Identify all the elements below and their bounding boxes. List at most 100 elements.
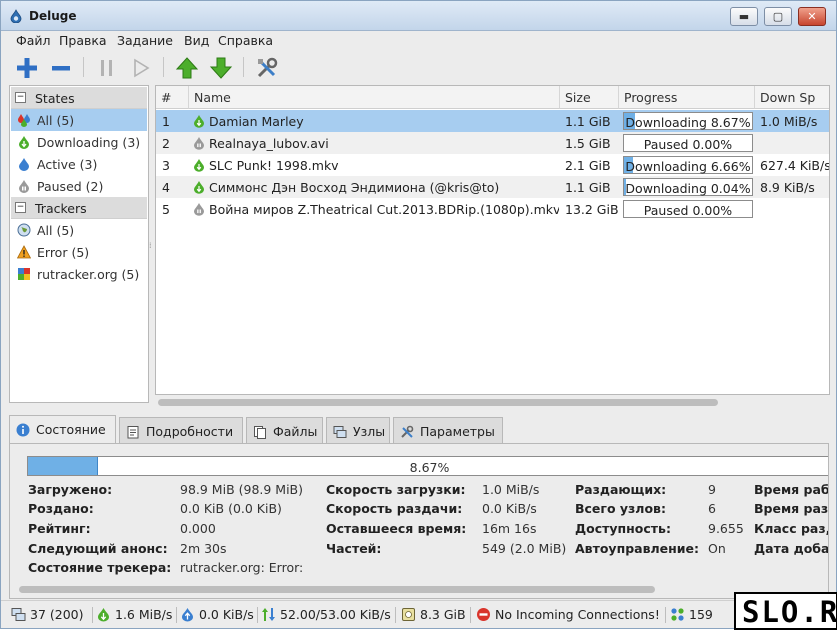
column-header-name[interactable]: Name: [189, 86, 560, 109]
torrent-size: 1.1 GiB: [565, 180, 611, 195]
tab-options[interactable]: Параметры: [393, 417, 503, 443]
status-divider: [665, 607, 666, 623]
menu-torrent[interactable]: Задание: [117, 33, 173, 48]
uploaded-value: 0.0 KiB (0.0 KiB): [180, 501, 282, 516]
tab-status[interactable]: Состояние: [9, 415, 116, 444]
sidebar-item-active[interactable]: Active (3): [11, 153, 147, 175]
download-speed-value: 1.0 MiB/s: [482, 482, 540, 497]
add-icon: [17, 58, 37, 78]
torrent-name: Damian Marley: [209, 114, 304, 129]
torrent-size: 2.1 GiB: [565, 158, 611, 173]
tab-files[interactable]: Файлы: [246, 417, 323, 443]
auto-managed-value: On: [708, 541, 726, 556]
table-row[interactable]: 4 Симмонс Дэн Восход Эндимиона (@kris@to)…: [156, 176, 829, 198]
collapse-icon[interactable]: −: [15, 202, 26, 213]
free-space-status[interactable]: 8.3 GiB: [401, 605, 471, 625]
torrent-down-speed: 1.0 MiB/s: [760, 114, 818, 129]
pane-resize-handle[interactable]: ⁞: [149, 241, 153, 251]
sidebar-item-all[interactable]: All (5): [11, 109, 147, 131]
preferences-button[interactable]: [254, 55, 280, 81]
torrent-size: 1.1 GiB: [565, 114, 611, 129]
column-header-num[interactable]: #: [156, 86, 189, 109]
maximize-button[interactable]: ▢: [764, 7, 792, 26]
dht-status[interactable]: 159: [670, 605, 730, 625]
row-number: 5: [162, 202, 170, 217]
peers-icon: [333, 426, 347, 438]
dht-text: 159: [689, 607, 713, 622]
tab-details[interactable]: Подробности: [119, 417, 243, 443]
scrollbar-thumb[interactable]: [158, 399, 718, 406]
minimize-icon: ▬: [738, 10, 750, 23]
sidebar-item-paused[interactable]: Paused (2): [11, 175, 147, 197]
dht-icon: [671, 608, 684, 621]
sidebar-item-error[interactable]: Error (5): [11, 241, 147, 263]
column-header-size[interactable]: Size: [560, 86, 619, 109]
sidebar-item-label: Active (3): [37, 157, 98, 172]
table-row[interactable]: 3 SLC Punk! 1998.mkv 2.1 GiB Downloading 6.…: [156, 154, 830, 176]
download-speed-status[interactable]: 1.6 MiB/s: [96, 605, 176, 625]
menu-file[interactable]: Файл: [16, 33, 51, 48]
download-speed-label: Скорость загрузки:: [326, 482, 466, 497]
close-button[interactable]: ✕: [798, 7, 826, 26]
row-number: 3: [162, 158, 170, 173]
torrent-down-speed: 627.4 KiB/s: [760, 158, 830, 173]
scrollbar-thumb[interactable]: [19, 586, 655, 593]
preferences-icon: [257, 57, 278, 78]
downloading-icon: [19, 136, 29, 149]
title-bar: Deluge ▬ ▢ ✕: [1, 1, 836, 31]
uploaded-label: Роздано:: [28, 501, 94, 516]
torrent-name: Симмонс Дэн Восход Эндимиона (@kris@to): [209, 180, 500, 195]
menu-help[interactable]: Справка: [218, 33, 273, 48]
download-speed-icon: [98, 608, 109, 622]
toolbar-separator: [163, 57, 164, 77]
tab-label: Параметры: [420, 424, 495, 439]
upload-speed-label: Скорость раздачи:: [326, 501, 463, 516]
tab-peers[interactable]: Узлы: [326, 417, 390, 443]
row-number: 1: [162, 114, 170, 129]
table-row[interactable]: 5 Война миров Z.Theatrical Cut.2013.BDRip…: [156, 198, 829, 220]
info-icon: [16, 423, 30, 437]
progress-text: 8.67%: [409, 460, 450, 475]
sidebar-item-label: All (5): [37, 113, 75, 128]
pause-button[interactable]: [94, 55, 120, 81]
remove-torrent-button[interactable]: [48, 55, 74, 81]
remove-icon: [52, 66, 70, 71]
add-torrent-button[interactable]: [14, 55, 40, 81]
sidebar-item-rutracker[interactable]: rutracker.org (5): [11, 263, 147, 285]
sidebar-item-trackers-all[interactable]: All (5): [11, 219, 147, 241]
tracker-status-label: Состояние трекера:: [28, 560, 172, 575]
torrent-size: 13.2 GiB: [565, 202, 619, 217]
connections-status[interactable]: 37 (200): [11, 605, 91, 625]
table-row[interactable]: 1 Damian Marley 1.1 GiB Downloading 8.67% 1.…: [156, 110, 829, 132]
trackers-header[interactable]: − Trackers: [11, 197, 147, 219]
seeders-label: Раздающих:: [575, 482, 667, 497]
column-header-down-speed[interactable]: Down Sp: [755, 86, 829, 109]
ratio-value: 0.000: [180, 521, 216, 536]
list-horizontal-scrollbar[interactable]: [156, 397, 829, 407]
minimize-button[interactable]: ▬: [730, 7, 758, 26]
states-header[interactable]: − States: [11, 87, 147, 109]
torrent-name: Война миров Z.Theatrical Cut.2013.BDRip.…: [209, 202, 559, 217]
incoming-connections-status[interactable]: No Incoming Connections!: [476, 605, 666, 625]
progress-text: Paused 0.00%: [643, 137, 733, 152]
torrent-down-speed: 8.9 KiB/s: [760, 180, 815, 195]
queue-down-button[interactable]: [208, 55, 234, 81]
panel-horizontal-scrollbar[interactable]: [9, 585, 829, 595]
collapse-icon[interactable]: −: [15, 92, 26, 103]
upload-speed-status[interactable]: 0.0 KiB/s: [180, 605, 260, 625]
sidebar-item-downloading[interactable]: Downloading (3): [11, 131, 147, 153]
menu-view[interactable]: Вид: [184, 33, 209, 48]
downloading-state-icon: [194, 159, 204, 172]
sidebar-item-label: rutracker.org (5): [37, 267, 140, 282]
progress-text: Downloading 8.67%: [625, 115, 751, 130]
torrent-size: 1.5 GiB: [565, 136, 611, 151]
column-header-progress[interactable]: Progress: [619, 86, 755, 109]
table-row[interactable]: 2 Realnaya_lubov.avi 1.5 GiB Paused 0.00%: [156, 132, 829, 154]
protocol-traffic-status[interactable]: 52.00/53.00 KiB/s: [261, 605, 395, 625]
active-icon: [19, 158, 29, 171]
seeders-value: 9: [708, 482, 716, 497]
resume-button[interactable]: [128, 55, 154, 81]
deluge-window: Deluge ▬ ▢ ✕ Файл Правка Задание Вид Спр…: [0, 0, 837, 630]
menu-edit[interactable]: Правка: [59, 33, 107, 48]
queue-up-button[interactable]: [174, 55, 200, 81]
